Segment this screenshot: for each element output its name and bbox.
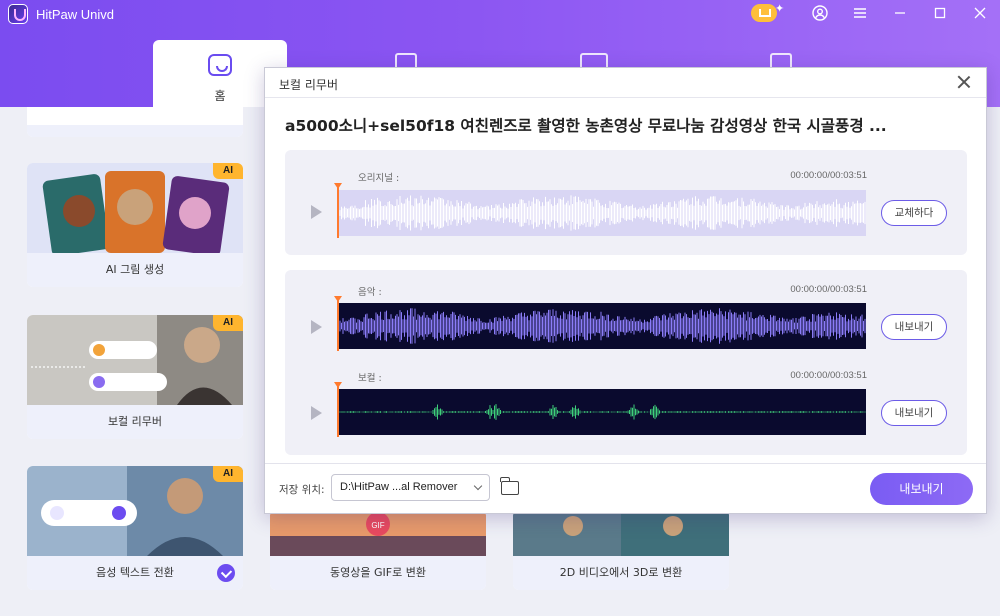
speech-to-text-thumbnail xyxy=(27,466,243,556)
2d-to-3d-thumbnail xyxy=(513,510,729,556)
music-track-label: 음악 : xyxy=(358,287,382,298)
card-vocal-remover[interactable]: AI 보컬 리무버 xyxy=(27,315,243,439)
save-location-label: 저장 위치: xyxy=(279,484,325,496)
cart-icon[interactable] xyxy=(751,4,777,22)
card-label: 2D 비디오에서 3D로 변환 xyxy=(513,556,729,590)
export-music-button[interactable]: 내보내기 xyxy=(881,314,947,340)
app-logo-icon xyxy=(8,4,28,24)
card-partial xyxy=(27,107,243,137)
menu-icon[interactable] xyxy=(840,0,880,26)
vocal-remover-dialog: 보컬 리무버 a5000소니+sel50f18 여친렌즈로 촬영한 농촌영상 무… xyxy=(264,67,987,514)
folder-icon[interactable] xyxy=(500,477,519,495)
dialog-header: 보컬 리무버 xyxy=(265,68,986,98)
replace-button[interactable]: 교체하다 xyxy=(881,200,947,226)
card-label: AI 그림 생성 xyxy=(27,253,243,287)
vocal-remover-thumbnail xyxy=(27,315,243,405)
music-playhead[interactable] xyxy=(334,296,342,351)
card-label: 동영상을 GIF로 변환 xyxy=(270,556,486,590)
chevron-down-icon xyxy=(473,481,483,491)
sparkle-icon: ✦ xyxy=(775,2,785,15)
dialog-title: 보컬 리무버 xyxy=(279,78,339,92)
card-video-to-gif[interactable]: GIF 동영상을 GIF로 변환 xyxy=(270,510,486,590)
ai-image-thumbnail xyxy=(27,163,243,256)
music-track-time: 00:00:00/00:03:51 xyxy=(790,284,867,295)
download-icon[interactable] xyxy=(217,564,235,582)
original-track-label: 오리지널 : xyxy=(358,173,400,184)
gif-badge-text: GIF xyxy=(371,521,384,530)
export-vocal-button[interactable]: 내보내기 xyxy=(881,400,947,426)
original-playhead[interactable] xyxy=(334,183,342,238)
ai-badge: AI xyxy=(213,163,243,179)
vocal-track-time: 00:00:00/00:03:51 xyxy=(790,370,867,381)
original-track-panel: 오리지널 : 00:00:00/00:03:51 교체하다 xyxy=(285,150,967,255)
dialog-close-icon[interactable] xyxy=(956,74,972,90)
card-2d-to-3d[interactable]: 2D 비디오에서 3D로 변환 xyxy=(513,510,729,590)
minimize-icon[interactable] xyxy=(880,0,920,26)
card-label: 음성 텍스트 전환 xyxy=(27,556,243,590)
card-ai-image[interactable]: AI AI 그림 생성 xyxy=(27,163,243,287)
save-location-select[interactable]: D:\HitPaw ...al Remover xyxy=(331,474,490,501)
original-track-time: 00:00:00/00:03:51 xyxy=(790,170,867,181)
vocal-track-label: 보컬 : xyxy=(358,373,382,384)
play-icon[interactable] xyxy=(311,205,322,219)
card-label: 보컬 리무버 xyxy=(27,405,243,439)
music-waveform[interactable] xyxy=(337,303,866,349)
play-icon[interactable] xyxy=(311,320,322,334)
app-title: HitPaw Univd xyxy=(36,7,115,22)
original-waveform[interactable] xyxy=(337,190,866,236)
dialog-footer: 저장 위치: D:\HitPaw ...al Remover 내보내기 xyxy=(265,463,986,513)
home-icon xyxy=(208,54,232,76)
account-icon[interactable] xyxy=(800,0,840,26)
export-button[interactable]: 내보내기 xyxy=(870,473,973,505)
ai-badge: AI xyxy=(213,315,243,331)
play-icon[interactable] xyxy=(311,406,322,420)
card-speech-to-text[interactable]: AI 음성 텍스트 전환 xyxy=(27,466,243,590)
maximize-icon[interactable] xyxy=(920,0,960,26)
vocal-waveform[interactable] xyxy=(337,389,866,435)
separated-tracks-panel: 음악 : 00:00:00/00:03:51 내보내기 보컬 : 00:00:0… xyxy=(285,270,967,455)
song-title: a5000소니+sel50f18 여친렌즈로 촬영한 농촌영상 무료나눔 감성영… xyxy=(285,117,887,135)
video-to-gif-thumbnail: GIF xyxy=(270,510,486,556)
ai-badge: AI xyxy=(213,466,243,482)
vocal-playhead[interactable] xyxy=(334,382,342,437)
close-icon[interactable] xyxy=(960,0,1000,26)
save-location-value: D:\HitPaw ...al Remover xyxy=(340,481,458,493)
